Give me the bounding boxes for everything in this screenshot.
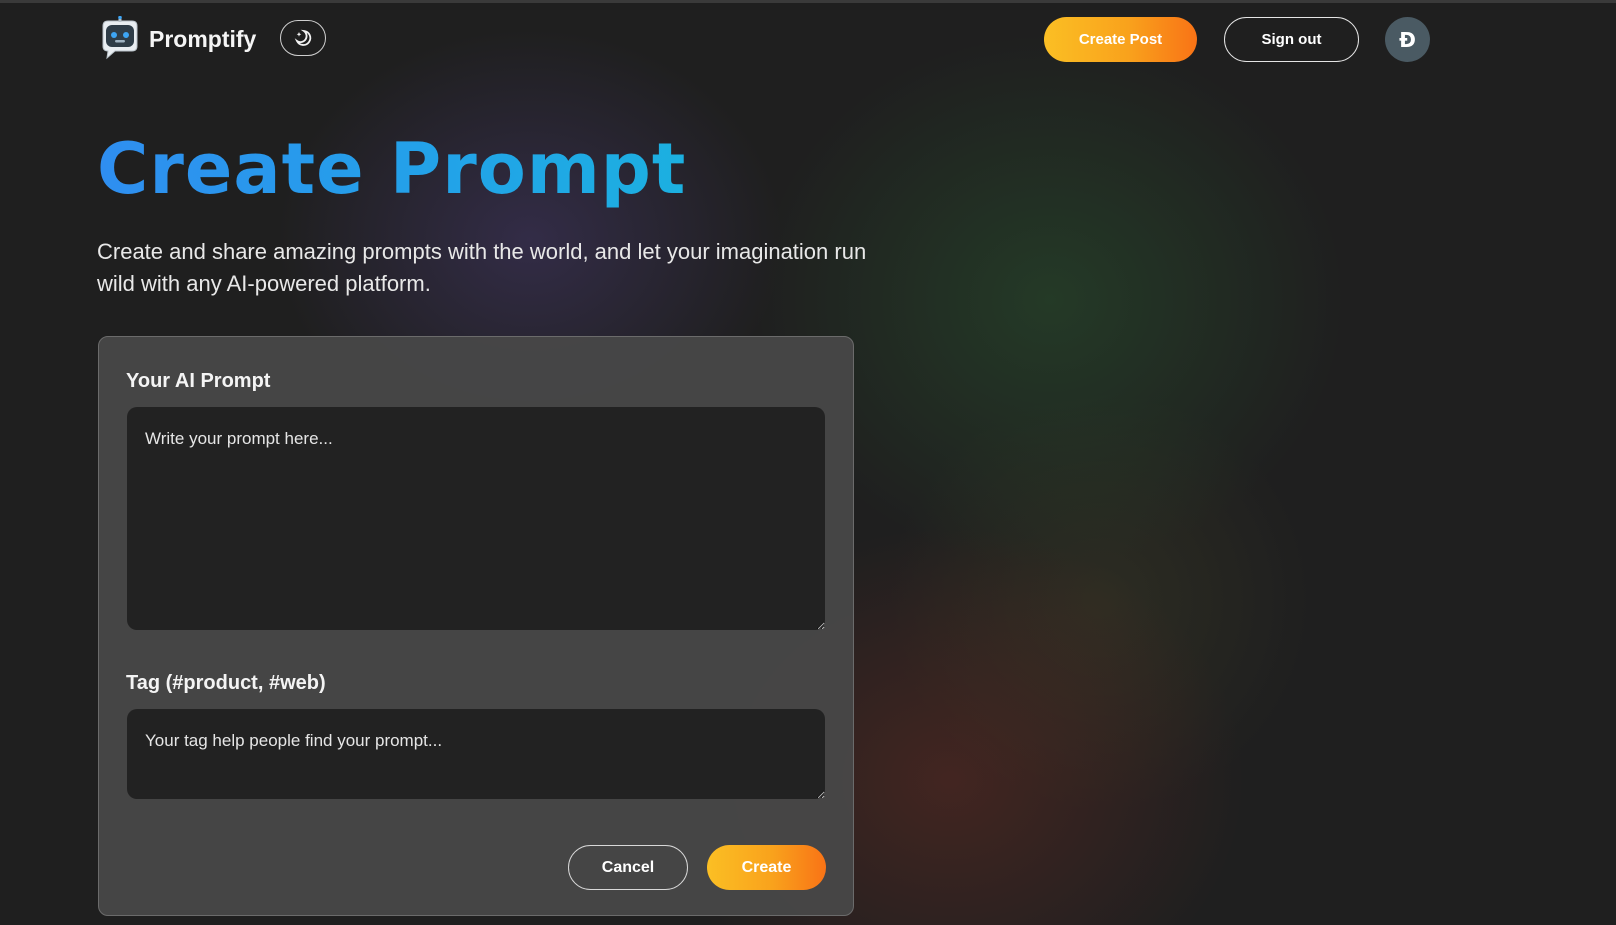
cancel-button[interactable]: Cancel	[568, 845, 688, 890]
page-title: Create Prompt	[97, 128, 687, 210]
prompt-textarea[interactable]	[127, 407, 825, 630]
page: Promptify Create Post Sign out Đ Create …	[0, 0, 1616, 925]
moon-sparkle-icon	[294, 29, 312, 46]
create-prompt-form: Your AI Prompt Tag (#product, #web) Canc…	[98, 336, 854, 916]
page-description: Create and share amazing prompts with th…	[97, 239, 867, 296]
tag-label: Tag (#product, #web)	[126, 672, 326, 694]
top-border	[0, 0, 1616, 3]
sign-out-button[interactable]: Sign out	[1224, 17, 1359, 62]
prompt-label: Your AI Prompt	[126, 370, 271, 392]
tag-input[interactable]	[127, 709, 825, 799]
create-post-button[interactable]: Create Post	[1044, 17, 1197, 62]
brand-name: Promptify	[149, 25, 257, 52]
create-button[interactable]: Create	[707, 845, 826, 890]
brand-link[interactable]: Promptify	[97, 16, 256, 62]
avatar[interactable]: Đ	[1385, 17, 1430, 62]
robot-chat-icon	[102, 16, 138, 60]
theme-toggle-button[interactable]	[280, 20, 326, 56]
